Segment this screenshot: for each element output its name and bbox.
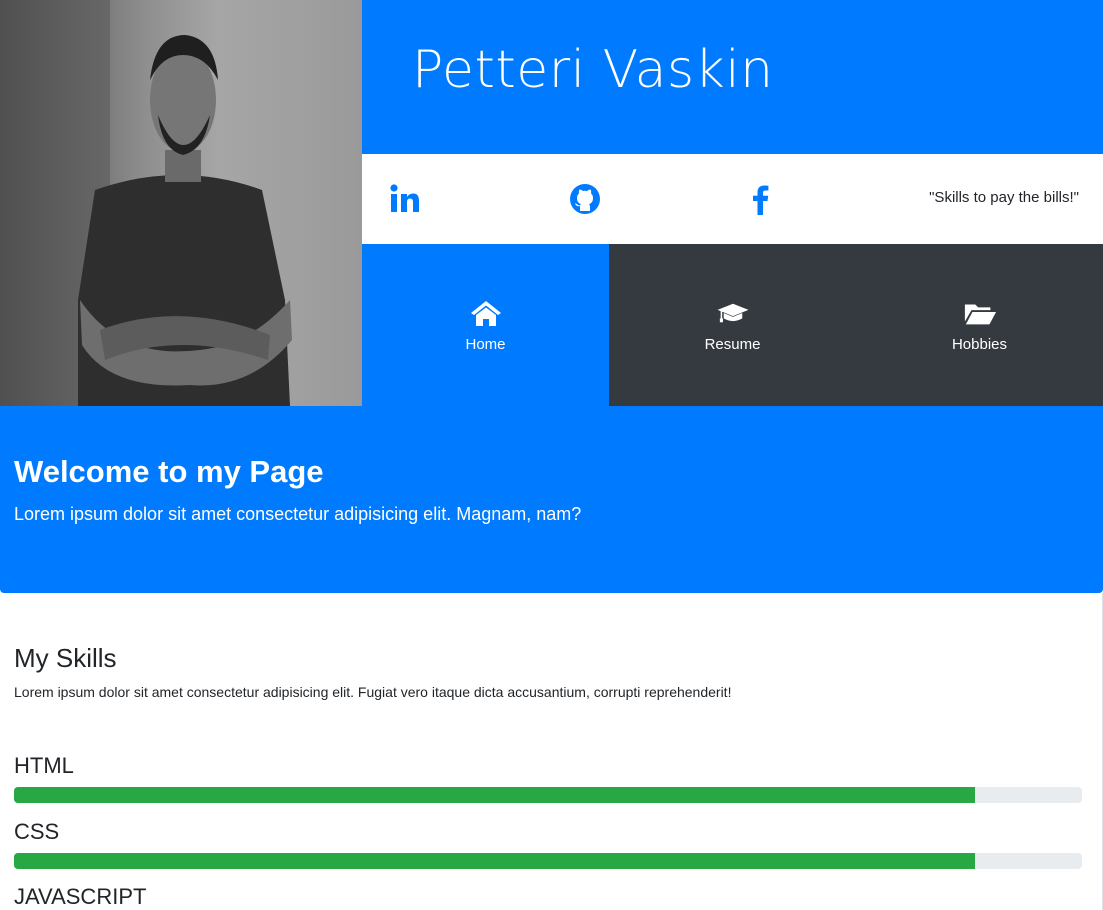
- welcome-section: Welcome to my Page Lorem ipsum dolor sit…: [0, 406, 1103, 593]
- skills-section: My Skills Lorem ipsum dolor sit amet con…: [0, 593, 1103, 910]
- skill-progress-fill: [14, 787, 976, 803]
- skill-progress-html: [14, 787, 1082, 803]
- nav-item-resume[interactable]: Resume: [609, 244, 856, 406]
- folder-open-icon: [964, 304, 996, 324]
- header-name-bar: Petteri Vaskin: [362, 0, 1103, 154]
- welcome-title: Welcome to my Page: [14, 454, 324, 489]
- skill-progress-css: [14, 853, 1082, 869]
- github-icon[interactable]: [568, 182, 602, 216]
- profile-photo: [0, 0, 362, 406]
- nav-label-home: Home: [465, 335, 506, 353]
- facebook-icon[interactable]: [744, 182, 778, 216]
- nav-item-home[interactable]: Home: [362, 244, 609, 406]
- main-nav: Home Resume Hobbies: [362, 244, 1103, 406]
- nav-label-hobbies: Hobbies: [951, 335, 1008, 353]
- linkedin-icon[interactable]: [388, 182, 422, 216]
- tagline-quote: "Skills to pay the bills!": [929, 189, 1079, 206]
- graduation-cap-icon: [717, 303, 748, 322]
- skill-name-javascript: JAVASCRIPT: [14, 884, 147, 909]
- skill-progress-fill: [14, 853, 976, 869]
- nav-item-hobbies[interactable]: Hobbies: [856, 244, 1103, 406]
- skills-intro: Lorem ipsum dolor sit amet consectetur a…: [14, 684, 732, 700]
- skill-name-css: CSS: [14, 819, 60, 844]
- skill-name-html: HTML: [14, 753, 74, 778]
- nav-label-resume: Resume: [704, 335, 761, 353]
- skills-title: My Skills: [14, 643, 117, 673]
- page-title: Petteri Vaskin: [412, 40, 774, 100]
- social-bar: "Skills to pay the bills!": [362, 154, 1103, 244]
- home-icon: [470, 300, 501, 326]
- welcome-text: Lorem ipsum dolor sit amet consectetur a…: [14, 504, 582, 524]
